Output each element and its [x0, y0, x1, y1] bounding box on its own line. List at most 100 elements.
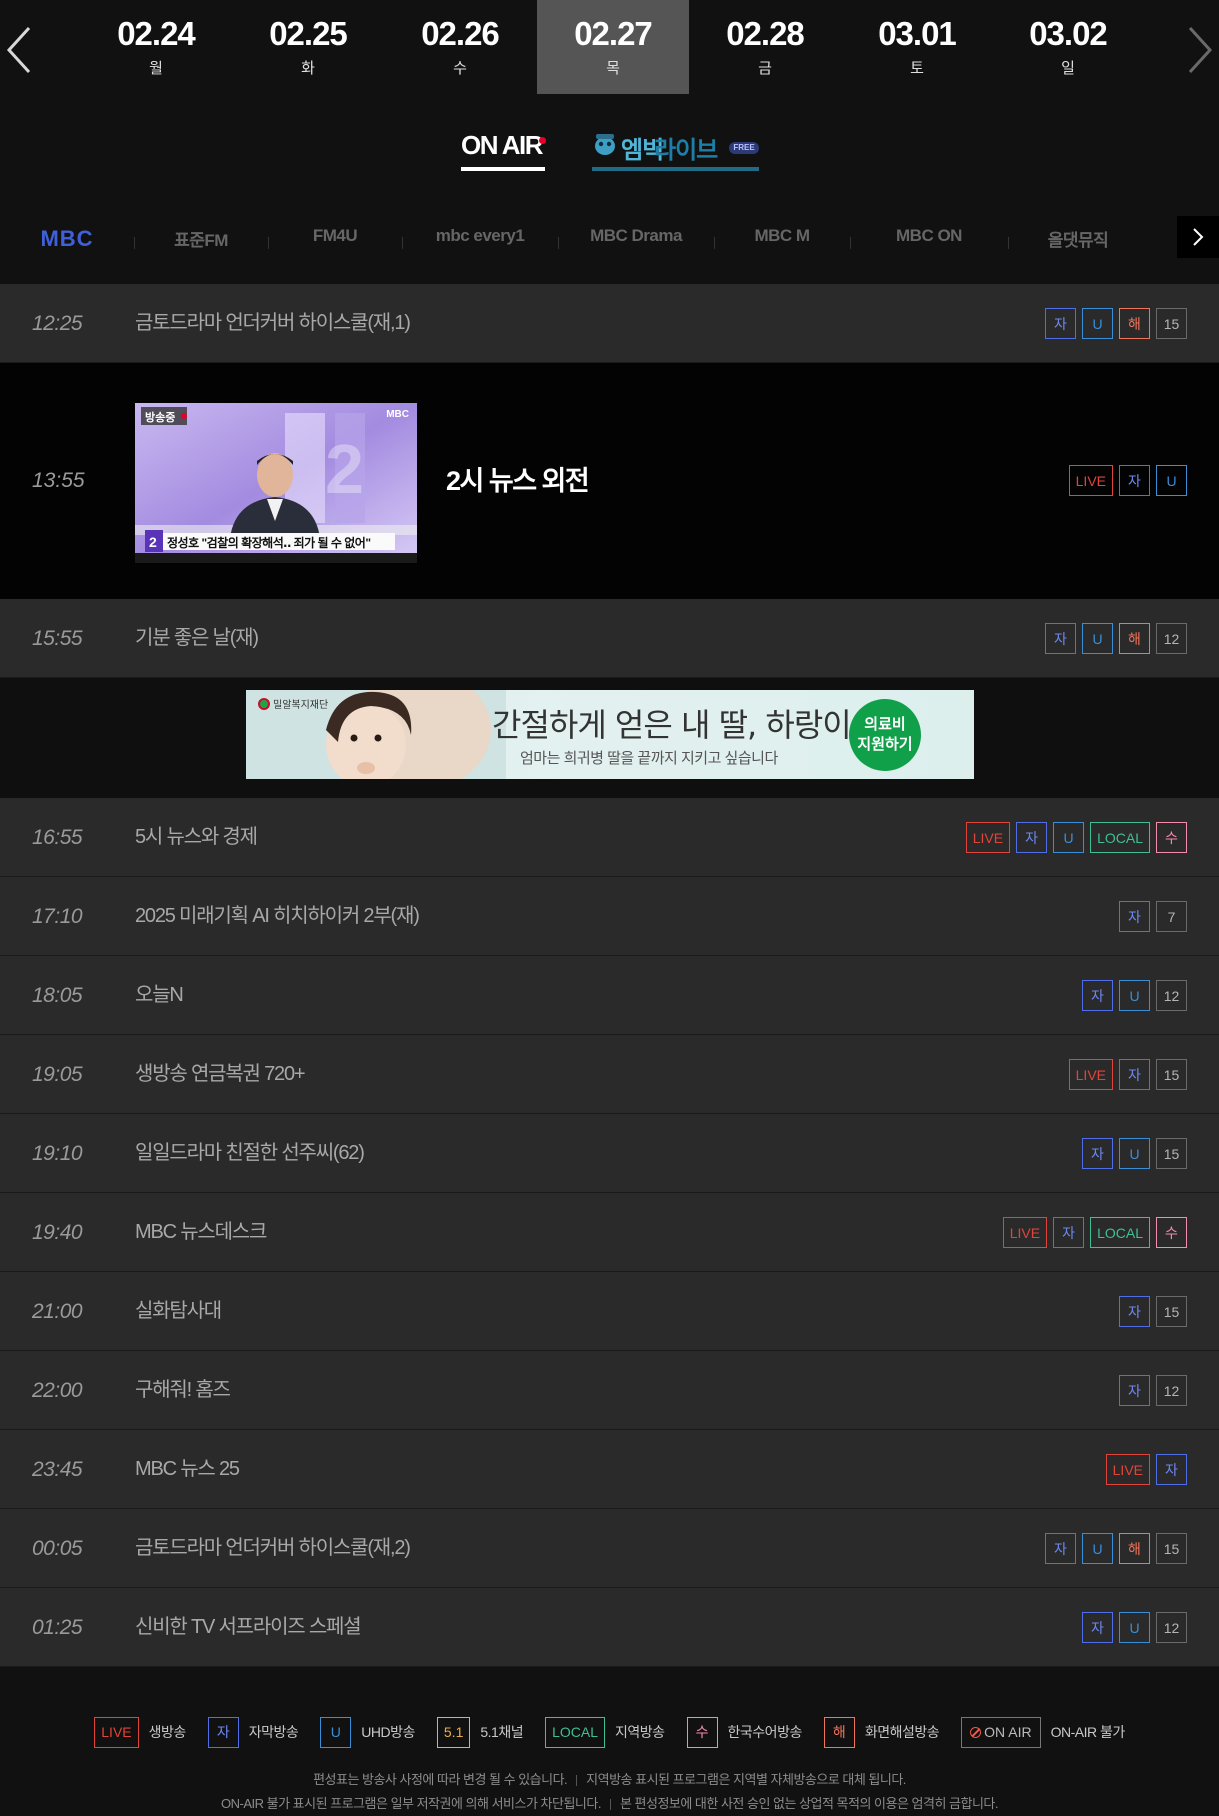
channel-tab[interactable]: MBC ON	[850, 226, 1008, 250]
program-row[interactable]: 19:40 MBC 뉴스데스크 LIVE 자 LOCAL 수	[0, 1193, 1219, 1272]
channel-divider	[134, 237, 135, 249]
program-row[interactable]: 21:00 실화탐사대 자 15	[0, 1272, 1219, 1351]
date-item[interactable]: 02.28 금	[689, 0, 841, 94]
program-row[interactable]: 22:00 구해줘! 홈즈 자 12	[0, 1351, 1219, 1430]
program-row-onair[interactable]: 13:55 2 2 방송중 정성호 "검찰의 확장해석‥ 죄가 될 수 없어" MBC 2시…	[0, 363, 1219, 599]
note-commercial-use: 본 편성정보에 대한 사전 승인 없는 상업적 목적의 이용은 엄격히 금합니다…	[619, 1796, 999, 1811]
program-row[interactable]: 19:05 생방송 연금복권 720+ LIVE 자 15	[0, 1035, 1219, 1114]
age-rating-badge: 12	[1156, 980, 1187, 1011]
legend-item: 자 자막방송	[207, 1716, 299, 1748]
channel-next-button[interactable]	[1177, 216, 1219, 258]
channel-tab[interactable]: mbc every1	[402, 226, 558, 250]
program-row[interactable]: 01:25 신비한 TV 서프라이즈 스페셜 자 U 12	[0, 1588, 1219, 1667]
age-rating-badge: 15	[1156, 1533, 1187, 1564]
date-item[interactable]: 02.25 화	[232, 0, 384, 94]
age-rating-badge: 12	[1156, 1612, 1187, 1643]
age-rating-badge: 15	[1156, 1296, 1187, 1327]
program-badges: LIVE 자 U LOCAL 수	[965, 822, 1187, 853]
live-badge: LIVE	[1002, 1217, 1048, 1248]
caption-badge: 자	[1119, 1296, 1150, 1327]
ad-banner[interactable]: 밀알복지재단간절하게 얻은 내 딸, 하랑이엄마는 희귀병 딸을 끝까지 지키고…	[246, 690, 974, 779]
legend-label: 화면해설방송	[864, 1724, 940, 1740]
program-title: 신비한 TV 서프라이즈 스페셜	[135, 1616, 362, 1638]
program-time: 21:00	[32, 1300, 83, 1323]
audio-description-badge: 해	[823, 1716, 855, 1748]
note-onair-blocked: ON-AIR 불가 표시된 프로그램은 일부 저작권에 의해 서비스가 차단됩니…	[221, 1796, 601, 1811]
note-schedule-change: 편성표는 방송사 사정에 따라 변경 될 수 있습니다.	[313, 1772, 568, 1787]
channel-tab[interactable]: FM4U	[268, 226, 402, 250]
program-badges: 자 U 해 15	[1045, 1533, 1187, 1564]
channel-bar: MBC 표준FM FM4U mbc every1 MBC Drama MBC M MBC O…	[0, 208, 1219, 268]
channel-divider	[850, 237, 851, 249]
program-row[interactable]: 12:25 금토드라마 언더커버 하이스쿨(재,1) 자 U 해 15	[0, 284, 1219, 363]
schedule-list: 12:25 금토드라마 언더커버 하이스쿨(재,1) 자 U 해 15 13:55 2 2 방송중…	[0, 284, 1219, 1667]
date-item[interactable]: 03.02 일	[992, 0, 1144, 94]
program-badges: LIVE 자 U	[1068, 465, 1187, 496]
ad-subline: 엄마는 희귀병 딸을 끝까지 지키고 싶습니다	[520, 750, 778, 767]
program-time: 12:25	[32, 312, 83, 335]
note-divider	[576, 1775, 578, 1787]
program-time: 17:10	[32, 905, 83, 928]
ad-headline: 간절하게 얻은 내 딸, 하랑이	[492, 706, 852, 744]
audio-description-badge: 해	[1119, 308, 1150, 339]
free-badge: FREE	[729, 142, 759, 154]
channel-label: 표준FM	[174, 231, 228, 250]
program-row[interactable]: 16:55 5시 뉴스와 경제 LIVE 자 U LOCAL 수	[0, 798, 1219, 877]
program-row[interactable]: 19:10 일일드라마 친절한 선주씨(62) 자 U 15	[0, 1114, 1219, 1193]
channel-label: MBC ON	[896, 226, 962, 245]
program-row[interactable]: 00:05 금토드라마 언더커버 하이스쿨(재,2) 자 U 해 15	[0, 1509, 1219, 1588]
legend-item: 해 화면해설방송	[823, 1716, 940, 1748]
caption-badge: 자	[1156, 1454, 1187, 1485]
channel-tab[interactable]: MBC Drama	[558, 226, 714, 250]
channel-tab[interactable]: 올댓뮤직	[1008, 226, 1148, 250]
no-entry-icon	[970, 1726, 982, 1738]
tab-mbig-live[interactable]: 엠빅 라이브 FREE	[592, 130, 759, 171]
program-time: 19:05	[32, 1063, 83, 1086]
uhd-badge: U	[1082, 1533, 1113, 1564]
program-badges: LIVE 자 15	[1068, 1059, 1187, 1090]
program-row[interactable]: 15:55 기분 좋은 날(재) 자 U 해 12	[0, 599, 1219, 678]
uhd-badge: U	[1082, 308, 1113, 339]
date-item[interactable]: 03.01 토	[841, 0, 993, 94]
svg-text:2: 2	[149, 534, 157, 550]
date-item[interactable]: 02.26 수	[384, 0, 536, 94]
caption-badge: 자	[1119, 465, 1150, 496]
legend-label: ON-AIR 불가	[1050, 1724, 1126, 1740]
prev-week-button[interactable]	[0, 20, 40, 80]
program-time: 19:40	[32, 1221, 83, 1244]
onair-blocked-badge: ON AIR	[961, 1716, 1041, 1748]
program-badges: 자 15	[1119, 1296, 1187, 1327]
ad-org-logo: 밀알복지재단	[258, 696, 328, 711]
program-badges: 자 U 15	[1082, 1138, 1187, 1169]
date-item[interactable]: 02.24 월	[80, 0, 232, 94]
caption-badge: 자	[1119, 901, 1150, 932]
channel-label: mbc every1	[435, 226, 525, 245]
date-item[interactable]: 02.27 목	[537, 0, 689, 94]
channel-tab[interactable]: MBC M	[714, 226, 850, 250]
uhd-badge: U	[1119, 1138, 1150, 1169]
program-title: 오늘N	[135, 984, 184, 1006]
next-week-button[interactable]	[1179, 20, 1219, 80]
legend-item: ON AIR ON-AIR 불가	[961, 1716, 1126, 1748]
program-row[interactable]: 18:05 오늘N 자 U 12	[0, 956, 1219, 1035]
program-time: 18:05	[32, 984, 83, 1007]
program-row[interactable]: 17:10 2025 미래기획 AI 히치하이커 2부(재) 자 7	[0, 877, 1219, 956]
org-logo-icon	[258, 697, 270, 710]
weekday-label: 금	[758, 60, 772, 77]
caption-badge: 자	[1119, 1375, 1150, 1406]
weekday-label: 화	[301, 60, 315, 77]
program-badges: 자 U 12	[1082, 1612, 1187, 1643]
caption-badge: 자	[1045, 623, 1076, 654]
program-row[interactable]: 23:45 MBC 뉴스 25 LIVE 자	[0, 1430, 1219, 1509]
date-label: 02.28	[726, 15, 805, 52]
legend-item: 수 한국수어방송	[686, 1716, 802, 1748]
channel-tab[interactable]: MBC	[0, 226, 134, 251]
live-thumbnail[interactable]: 2 2 방송중 정성호 "검찰의 확장해석‥ 죄가 될 수 없어" MBC	[135, 403, 417, 568]
program-time: 15:55	[32, 627, 83, 650]
ad-donate-button[interactable]: 의료비 지원하기	[849, 699, 921, 771]
date-bar: 02.24 월 02.25 화 02.26 수 02.27 목 02.28 금 03.01 토 03.0…	[0, 0, 1219, 94]
channel-tab[interactable]: 표준FM	[134, 226, 268, 250]
date-label: 02.24	[117, 15, 196, 52]
tab-onair[interactable]: ON AIR	[461, 130, 546, 171]
program-time: 00:05	[32, 1537, 83, 1560]
